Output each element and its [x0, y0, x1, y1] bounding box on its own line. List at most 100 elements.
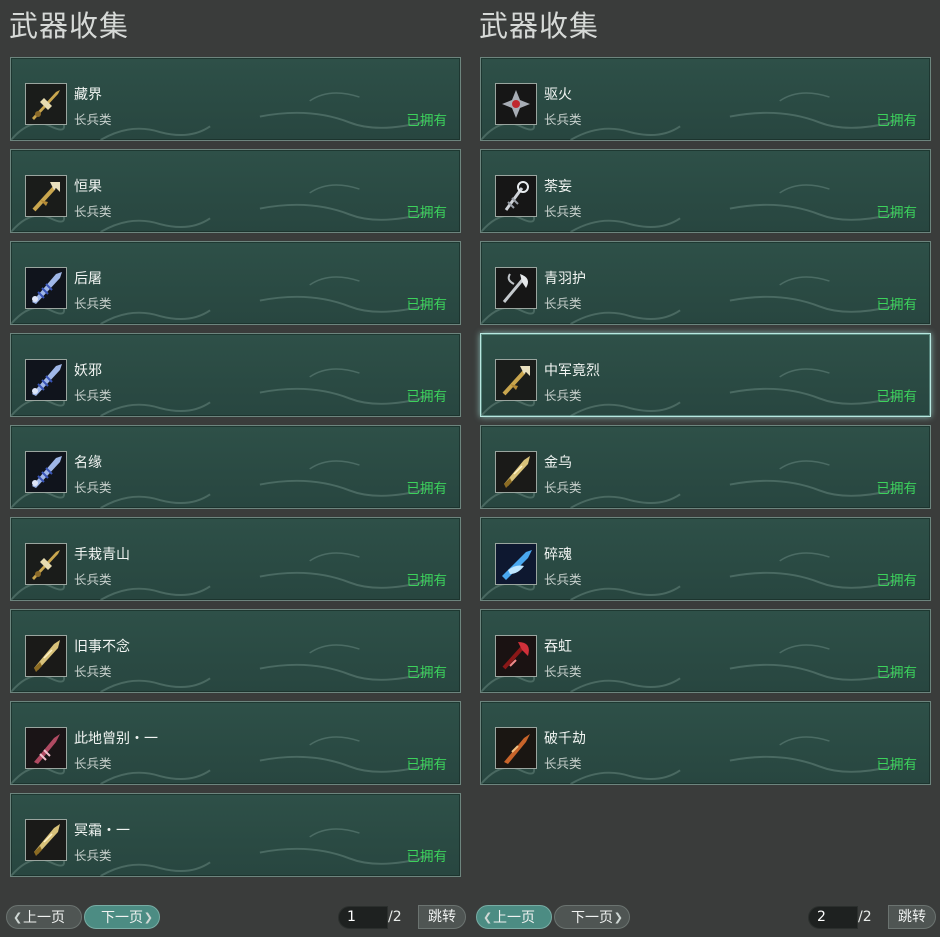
weapon-type: 长兵类: [544, 756, 582, 771]
owned-status: 已拥有: [876, 573, 918, 589]
weapon-name: 碎魂: [544, 547, 572, 563]
red-star-spear-icon: [495, 83, 537, 125]
weapon-type: 长兵类: [74, 848, 112, 863]
weapon-card[interactable]: 冥霜・一长兵类 已拥有: [10, 793, 461, 877]
panel-title: 武器收集: [9, 9, 130, 43]
weapon-type: 长兵类: [544, 204, 582, 219]
gold-trident-icon: [495, 359, 537, 401]
blue-flame-icon: [495, 543, 537, 585]
silver-halberd-icon: [495, 267, 537, 309]
chevron-left-icon: ❮: [13, 911, 23, 924]
gold-spear-icon: [25, 83, 67, 125]
weapon-type: 长兵类: [74, 112, 112, 127]
weapon-type: 长兵类: [544, 296, 582, 311]
weapon-card[interactable]: 后屠长兵类 已拥有: [10, 241, 461, 325]
page-number-input[interactable]: 2: [808, 906, 858, 929]
weapon-card[interactable]: 恒果长兵类 已拥有: [10, 149, 461, 233]
weapon-card[interactable]: 青羽护长兵类 已拥有: [480, 241, 931, 325]
weapon-name: 金乌: [544, 455, 572, 471]
owned-status: 已拥有: [406, 389, 448, 405]
blue-blade-icon: [25, 451, 67, 493]
owned-status: 已拥有: [876, 665, 918, 681]
chevron-left-icon: ❮: [483, 911, 493, 924]
weapon-card[interactable]: 旧事不念长兵类 已拥有: [10, 609, 461, 693]
weapon-card[interactable]: 手栽青山长兵类 已拥有: [10, 517, 461, 601]
orange-spear-icon: [495, 727, 537, 769]
weapon-name: 藏界: [74, 87, 102, 103]
weapon-name: 荼妄: [544, 179, 572, 195]
weapon-type: 长兵类: [544, 388, 582, 403]
jump-button[interactable]: 跳转: [888, 905, 936, 929]
weapon-card[interactable]: 金乌长兵类 已拥有: [480, 425, 931, 509]
gold-trident-icon: [25, 175, 67, 217]
owned-status: 已拥有: [406, 113, 448, 129]
panel-title: 武器收集: [479, 9, 600, 43]
next-page-button[interactable]: 下一页 ❯: [554, 905, 630, 929]
weapon-card[interactable]: 荼妄长兵类 已拥有: [480, 149, 931, 233]
owned-status: 已拥有: [876, 757, 918, 773]
weapon-collection-panel-page-2: 武器收集 驱火 长兵类 已拥有 荼妄 长兵类 已拥有 青羽护 长兵类 已拥有 中军竟烈 长兵类 已拥有…: [470, 0, 940, 937]
blue-blade-icon: [25, 267, 67, 309]
blue-blade-icon: [25, 359, 67, 401]
weapon-card[interactable]: 此地曾别・一 长兵类 已拥有: [10, 701, 461, 785]
next-page-button[interactable]: 下一页 ❯: [84, 905, 160, 929]
page-total: /2: [388, 909, 402, 925]
weapon-name: 名缘: [74, 455, 102, 471]
gold-spear-icon: [25, 543, 67, 585]
jump-button[interactable]: 跳转: [418, 905, 466, 929]
gold-blade-icon: [25, 635, 67, 677]
weapon-name: 后屠: [74, 271, 102, 287]
prev-page-button[interactable]: ❮ 上一页: [6, 905, 82, 929]
weapon-type: 长兵类: [544, 112, 582, 127]
weapon-card[interactable]: 驱火长兵类 已拥有: [480, 57, 931, 141]
weapon-card[interactable]: 中军竟烈长兵类 已拥有: [480, 333, 931, 417]
weapon-card[interactable]: 破千劫长兵类 已拥有: [480, 701, 931, 785]
weapon-card[interactable]: 名缘 长兵类 已拥有: [10, 425, 461, 509]
weapon-card[interactable]: 藏界长兵类 已拥有: [10, 57, 461, 141]
owned-status: 已拥有: [406, 573, 448, 589]
owned-status: 已拥有: [406, 757, 448, 773]
weapon-name: 破千劫: [544, 731, 586, 747]
weapon-type: 长兵类: [544, 572, 582, 587]
weapon-type: 长兵类: [74, 388, 112, 403]
weapon-type: 长兵类: [74, 296, 112, 311]
weapon-card[interactable]: 妖邪长兵类 已拥有: [10, 333, 461, 417]
prev-page-button[interactable]: ❮ 上一页: [476, 905, 552, 929]
weapon-name: 手栽青山: [74, 547, 130, 563]
weapon-name: 妖邪: [74, 363, 102, 379]
weapon-type: 长兵类: [74, 204, 112, 219]
owned-status: 已拥有: [876, 297, 918, 313]
weapon-name: 旧事不念: [74, 639, 130, 655]
owned-status: 已拥有: [876, 389, 918, 405]
page-number-input[interactable]: 1: [338, 906, 388, 929]
weapon-name: 驱火: [544, 87, 572, 103]
weapon-card[interactable]: 吞虹长兵类 已拥有: [480, 609, 931, 693]
gold-blade-icon: [495, 451, 537, 493]
weapon-card[interactable]: 碎魂长兵类 已拥有: [480, 517, 931, 601]
owned-status: 已拥有: [876, 113, 918, 129]
weapon-name: 冥霜・一: [74, 823, 130, 839]
weapon-type: 长兵类: [544, 480, 582, 495]
weapon-name: 吞虹: [544, 639, 572, 655]
weapon-name: 此地曾别・一: [74, 731, 158, 747]
weapon-type: 长兵类: [74, 572, 112, 587]
gold-blade-icon: [25, 819, 67, 861]
chevron-right-icon: ❯: [613, 911, 623, 924]
weapon-type: 长兵类: [544, 664, 582, 679]
owned-status: 已拥有: [406, 481, 448, 497]
owned-status: 已拥有: [406, 297, 448, 313]
weapon-name: 恒果: [74, 179, 102, 195]
owned-status: 已拥有: [876, 481, 918, 497]
crimson-spear-icon: [25, 727, 67, 769]
weapon-name: 中军竟烈: [544, 363, 600, 379]
weapon-type: 长兵类: [74, 664, 112, 679]
red-glaive-icon: [495, 635, 537, 677]
silver-trident-icon: [495, 175, 537, 217]
weapon-type: 长兵类: [74, 756, 112, 771]
weapon-name: 青羽护: [544, 271, 586, 287]
page-total: /2: [858, 909, 872, 925]
owned-status: 已拥有: [406, 665, 448, 681]
owned-status: 已拥有: [876, 205, 918, 221]
owned-status: 已拥有: [406, 205, 448, 221]
owned-status: 已拥有: [406, 849, 448, 865]
